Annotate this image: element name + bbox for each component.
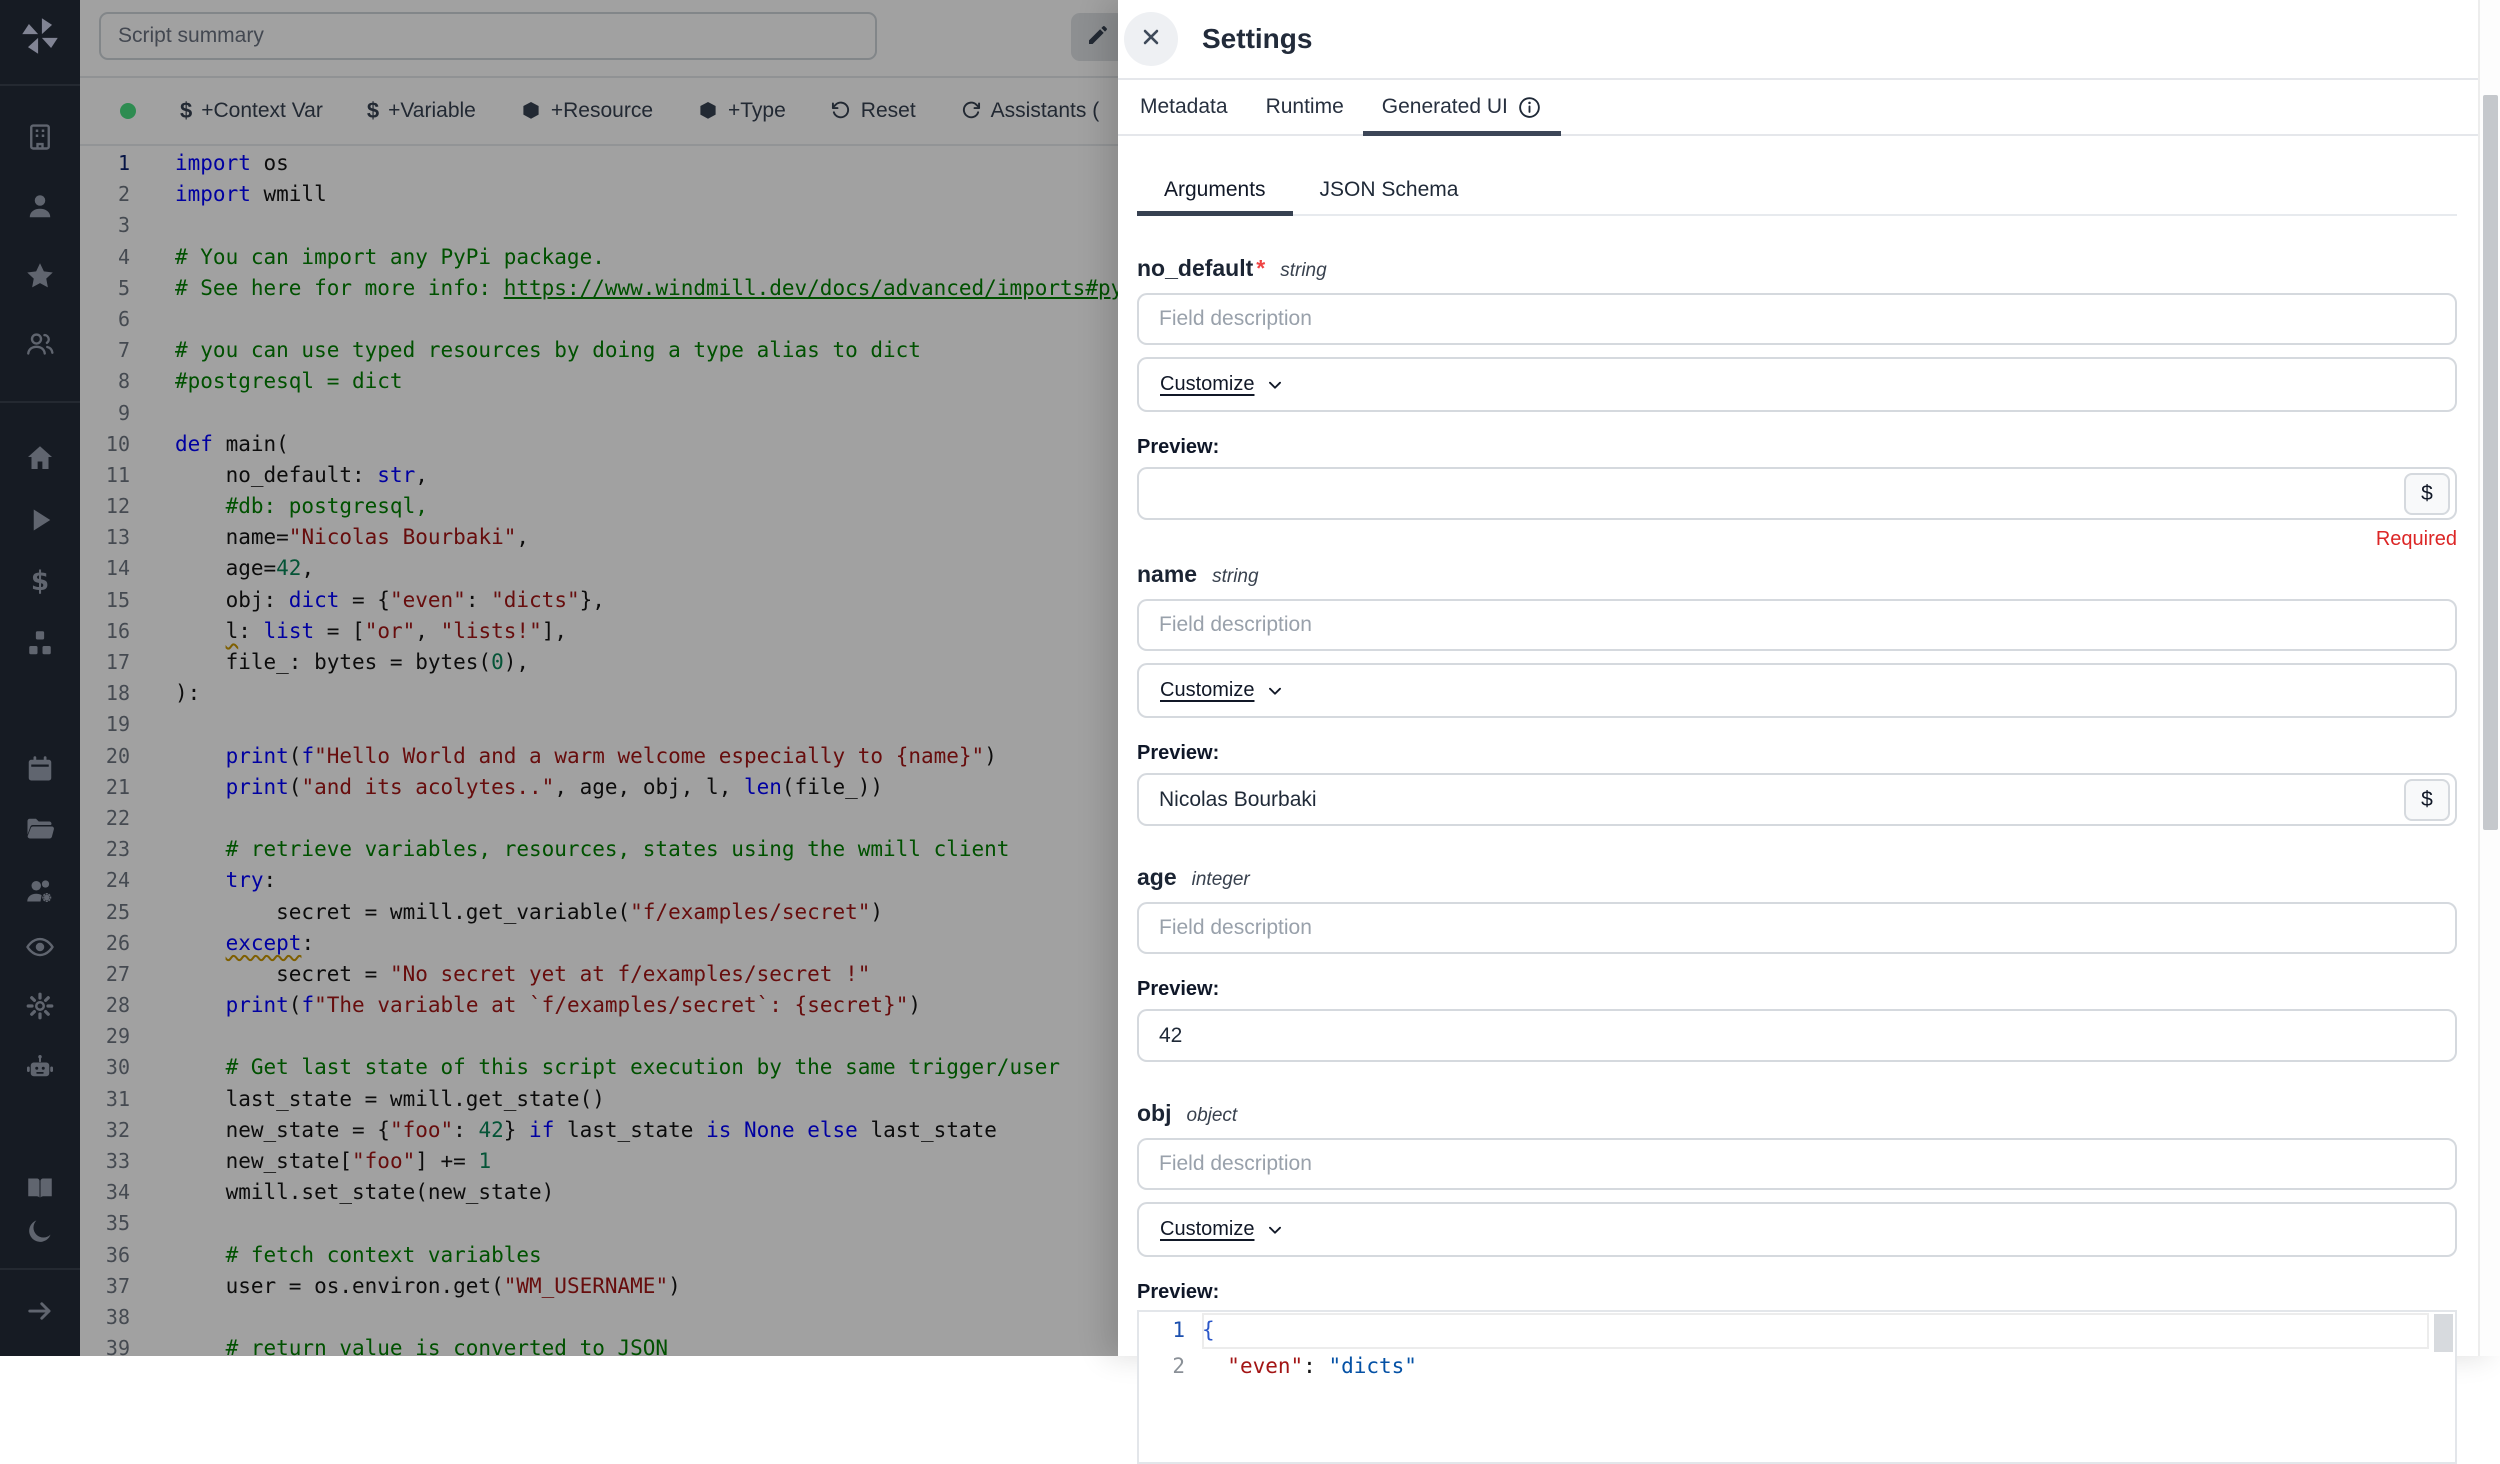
field-age: age integer Preview: — [1137, 864, 2457, 1062]
drawer-header: Settings — [1118, 0, 2500, 80]
drawer-title: Settings — [1202, 23, 1312, 55]
generated-ui-subtabs: ArgumentsJSON Schema — [1137, 162, 2457, 216]
settings-tabs: Metadata Runtime Generated UI — [1118, 80, 2500, 136]
subtab-arguments[interactable]: Arguments — [1137, 162, 1293, 214]
customize-label: Customize — [1160, 679, 1254, 702]
field-name: name string Customize Preview: $ — [1137, 561, 2457, 826]
preview-label: Preview: — [1137, 742, 2457, 764]
field-description-input[interactable] — [1137, 293, 2457, 345]
required-message: Required — [1137, 528, 2457, 550]
field-label-row: no_default * string — [1137, 255, 2457, 281]
tab-metadata[interactable]: Metadata — [1140, 80, 1247, 134]
subtab-json-schema[interactable]: JSON Schema — [1293, 162, 1486, 214]
tab-label: Runtime — [1266, 95, 1344, 119]
field-description-input[interactable] — [1137, 1138, 2457, 1190]
field-no_default: no_default * string Customize Preview: $… — [1137, 255, 2457, 550]
preview-wrap: $ — [1137, 467, 2457, 520]
variable-picker-button[interactable]: $ — [2404, 779, 2450, 821]
preview-label: Preview: — [1137, 1281, 2457, 1303]
json-preview-editor[interactable]: 1{2 "even": "dicts" — [1137, 1310, 2457, 1464]
settings-drawer: Settings Metadata Runtime Generated UI Arg… — [1118, 0, 2500, 1356]
drawer-scrollbar[interactable] — [2478, 0, 2500, 1356]
variable-picker-button[interactable]: $ — [2404, 473, 2450, 515]
field-name: obj — [1137, 1100, 1172, 1127]
tab-label: Generated UI — [1382, 95, 1508, 119]
preview-input-no_default[interactable] — [1137, 467, 2457, 520]
field-type: string — [1280, 260, 1326, 282]
line-number: 2 — [1139, 1348, 1185, 1384]
field-type: integer — [1192, 869, 1250, 891]
field-description-input[interactable] — [1137, 599, 2457, 651]
field-label-row: age integer — [1137, 864, 2457, 890]
customize-toggle[interactable]: Customize — [1137, 1202, 2457, 1257]
line-number: 1 — [1139, 1312, 1185, 1348]
preview-wrap: $ — [1137, 773, 2457, 826]
close-drawer-button[interactable] — [1124, 12, 1178, 66]
info-icon — [1517, 95, 1542, 120]
field-name: name — [1137, 561, 1197, 588]
json-editor-scrollbar[interactable] — [2434, 1314, 2453, 1352]
field-name: no_default — [1137, 255, 1253, 282]
field-description-input[interactable] — [1137, 902, 2457, 954]
customize-label: Customize — [1160, 1218, 1254, 1241]
tab-runtime[interactable]: Runtime — [1247, 80, 1363, 134]
chevron-down-icon — [1264, 1219, 1286, 1241]
field-type: object — [1187, 1105, 1238, 1127]
required-asterisk: * — [1256, 255, 1265, 282]
chevron-down-icon — [1264, 680, 1286, 702]
preview-label: Preview: — [1137, 436, 2457, 458]
tab-label: Metadata — [1140, 95, 1228, 119]
drawer-dim-overlay[interactable] — [0, 0, 1118, 1356]
field-name: age — [1137, 864, 1177, 891]
preview-input-age[interactable] — [1137, 1009, 2457, 1062]
preview-input-name[interactable] — [1137, 773, 2457, 826]
drawer-scrollbar-thumb[interactable] — [2483, 95, 2498, 830]
field-label-row: name string — [1137, 561, 2457, 587]
preview-label: Preview: — [1137, 978, 2457, 1000]
code-line: 1{ — [1139, 1312, 2455, 1348]
code-line: 2 "even": "dicts" — [1139, 1348, 2455, 1384]
customize-toggle[interactable]: Customize — [1137, 663, 2457, 718]
customize-toggle[interactable]: Customize — [1137, 357, 2457, 412]
field-obj: obj object Customize Preview: 1{2 "even"… — [1137, 1100, 2457, 1464]
customize-label: Customize — [1160, 373, 1254, 396]
preview-wrap — [1137, 1009, 2457, 1062]
drawer-body: ArgumentsJSON Schema no_default * string… — [1137, 136, 2457, 1356]
chevron-down-icon — [1264, 374, 1286, 396]
tab-generated-ui[interactable]: Generated UI — [1363, 80, 1561, 134]
field-type: string — [1212, 566, 1258, 588]
field-label-row: obj object — [1137, 1100, 2457, 1126]
close-icon — [1138, 24, 1164, 55]
